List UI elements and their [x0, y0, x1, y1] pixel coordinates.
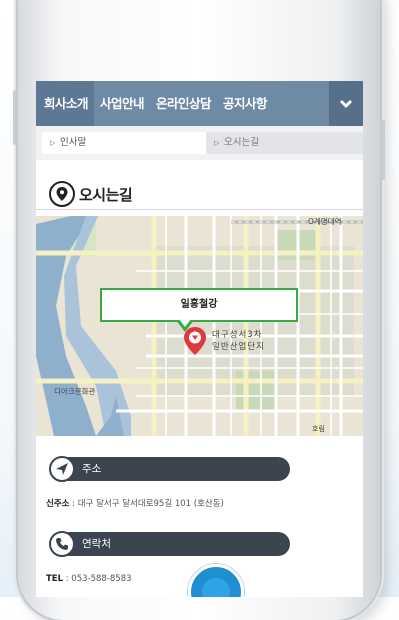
location-pin-icon [49, 181, 75, 207]
map-address-line2: 일반산업단지 [212, 342, 265, 352]
floating-action-button[interactable] [188, 564, 244, 597]
volume-key [13, 90, 17, 145]
contact-section-bar: 연락처 [49, 531, 290, 557]
phone-icon [49, 531, 75, 557]
tab-greeting[interactable]: ▷ 인사말 [42, 132, 208, 154]
map-callout: 일흥철강 [100, 288, 298, 322]
nav-item-company[interactable]: 회사소개 [36, 81, 95, 126]
phone-value[interactable]: : 053-588-8583 [66, 574, 132, 584]
phone-line: TEL : 053-588-8583 [46, 574, 132, 584]
page-header: 오시는길 [36, 179, 363, 210]
chevron-down-icon [340, 99, 352, 108]
address-section-title: 주소 [82, 463, 102, 475]
contact-section-title: 연락처 [82, 538, 111, 550]
tab-greeting-label: 인사말 [60, 137, 87, 148]
nav-item-consult[interactable]: 온라인상담 [150, 81, 217, 126]
sub-tabs: ▷ 인사말 ▷ 오시는길 [36, 126, 363, 160]
triangle-right-icon: ▷ [50, 139, 56, 147]
nav-item-business[interactable]: 사업안내 [94, 81, 150, 126]
navigation-arrow-icon [49, 456, 75, 482]
address-label: 신주소 [46, 499, 70, 509]
map-label-corner: 호림 [312, 425, 325, 433]
phone-label: TEL [46, 574, 64, 584]
phone-screen: 회사소개 사업안내 온라인상담 공지사항 ▷ 인사말 ▷ 오시는길 오시는길 O… [36, 81, 363, 597]
map-label-station: O계명대역 [308, 217, 342, 226]
nav-item-notice[interactable]: 공지사항 [217, 81, 273, 126]
map-label-landmark: 디아크문화관 [54, 387, 96, 396]
map-address-line1: 대구성서3차 [212, 330, 263, 340]
tab-directions-label: 오시는길 [224, 137, 259, 148]
fab-inner-circle [202, 578, 230, 597]
tab-directions[interactable]: ▷ 오시는길 [206, 132, 363, 154]
address-line: 신주소 : 대구 달서구 달서대로95길 101 (호산동) [46, 497, 224, 509]
location-map[interactable]: O계명대역 디아크문화관 호림 일흥철강 대구성서3차 일반산업단지 [36, 216, 363, 436]
address-value: : 대구 달서구 달서대로95길 101 (호산동) [72, 499, 224, 509]
power-key [381, 120, 385, 180]
top-navigation: 회사소개 사업안내 온라인상담 공지사항 [36, 81, 363, 126]
nav-more-button[interactable] [329, 81, 363, 126]
address-section-bar: 주소 [49, 456, 290, 482]
page-title: 오시는길 [79, 185, 133, 204]
triangle-right-icon: ▷ [214, 139, 220, 147]
